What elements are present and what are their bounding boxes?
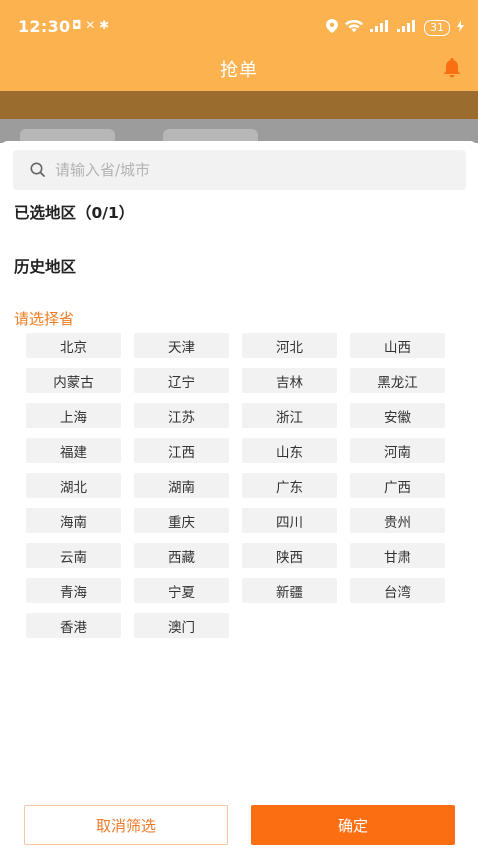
province-chip[interactable]: 青海 [26, 578, 121, 603]
bell-icon[interactable] [441, 56, 463, 78]
province-chip[interactable]: 陕西 [242, 543, 337, 568]
province-chip[interactable]: 天津 [134, 333, 229, 358]
province-chip[interactable]: 河北 [242, 333, 337, 358]
search-input[interactable] [55, 150, 455, 190]
province-chip[interactable]: 内蒙古 [26, 368, 121, 393]
province-chip[interactable]: 广东 [242, 473, 337, 498]
status-bar: 12:30 ◘ ✕ ✱ 31 [0, 14, 478, 42]
province-chip[interactable]: 浙江 [242, 403, 337, 428]
page-title: 抢单 [220, 60, 258, 81]
province-chip[interactable]: 宁夏 [134, 578, 229, 603]
province-chip[interactable]: 山西 [350, 333, 445, 358]
province-chip[interactable]: 甘肃 [350, 543, 445, 568]
province-chip[interactable]: 江西 [134, 438, 229, 463]
province-chip[interactable]: 重庆 [134, 508, 229, 533]
province-chip[interactable]: 云南 [26, 543, 121, 568]
choose-province-label: 请选择省 [14, 310, 75, 328]
battery-icon: 31 [424, 19, 450, 36]
province-chip[interactable]: 贵州 [350, 508, 445, 533]
status-right-icons: 31 [326, 19, 464, 36]
province-chip[interactable]: 台湾 [350, 578, 445, 603]
history-region-label: 历史地区 [14, 258, 77, 276]
province-chip[interactable]: 上海 [26, 403, 121, 428]
confirm-button[interactable]: 确定 [251, 805, 455, 845]
app-header: 12:30 ◘ ✕ ✱ 31 抢单 [0, 0, 478, 91]
search-icon [29, 161, 47, 179]
province-chip[interactable]: 湖北 [26, 473, 121, 498]
province-chip[interactable]: 辽宁 [134, 368, 229, 393]
province-chip[interactable]: 山东 [242, 438, 337, 463]
cancel-filter-button[interactable]: 取消筛选 [24, 805, 228, 845]
wifi-icon [345, 19, 363, 36]
search-bar[interactable] [13, 150, 466, 190]
province-chip[interactable]: 北京 [26, 333, 121, 358]
province-chip[interactable]: 湖南 [134, 473, 229, 498]
location-icon [326, 19, 338, 36]
province-chip[interactable]: 河南 [350, 438, 445, 463]
province-chip[interactable]: 香港 [26, 613, 121, 638]
signal-icon-2 [397, 20, 417, 35]
province-grid: 北京 天津 河北 山西内蒙古 辽宁 吉林 黑龙江上海 江苏 浙江 安徽福建 江西 山东 河南湖北 湖南 广东… [26, 333, 446, 638]
signal-icon-1 [370, 20, 390, 35]
province-chip[interactable]: 福建 [26, 438, 121, 463]
dimmed-banner [0, 91, 478, 119]
province-chip[interactable]: 西藏 [134, 543, 229, 568]
screen: 12:30 ◘ ✕ ✱ 31 抢单 请输入省/城市 已选地区（0/1） 历史地区… [0, 0, 478, 850]
province-chip[interactable]: 黑龙江 [350, 368, 445, 393]
selected-region-label: 已选地区（0/1） [14, 204, 135, 222]
province-chip[interactable]: 澳门 [134, 613, 229, 638]
province-chip[interactable]: 江苏 [134, 403, 229, 428]
charging-icon [457, 20, 464, 35]
province-chip[interactable]: 海南 [26, 508, 121, 533]
province-chip[interactable]: 广西 [350, 473, 445, 498]
status-notification-icons: ◘ ✕ ✱ [72, 18, 110, 32]
status-time: 12:30 [18, 17, 71, 36]
province-chip[interactable]: 四川 [242, 508, 337, 533]
province-chip[interactable]: 吉林 [242, 368, 337, 393]
region-filter-sheet: 已选地区（0/1） 历史地区 请选择省 北京天津河北山西内蒙古辽宁吉林黑龙江上海… [0, 141, 478, 850]
dimmed-tabs [0, 119, 478, 143]
province-chip[interactable]: 新疆 [242, 578, 337, 603]
province-chip[interactable]: 安徽 [350, 403, 445, 428]
